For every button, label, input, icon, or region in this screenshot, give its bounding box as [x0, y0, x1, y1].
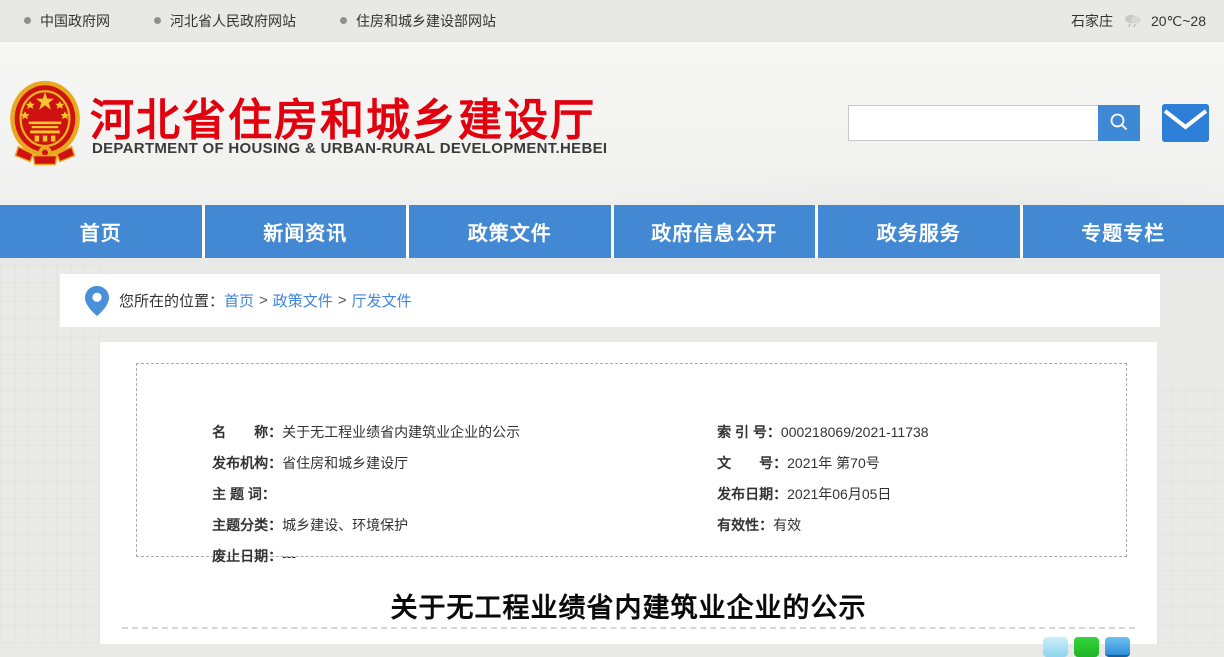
national-emblem-logo [8, 78, 82, 174]
breadcrumb-separator: > [259, 292, 268, 309]
weather-icon [1123, 12, 1143, 31]
nav-item-services[interactable]: 政务服务 [818, 205, 1020, 258]
breadcrumb-link-policy[interactable]: 政策文件 [273, 290, 333, 311]
wechat-share-icon[interactable] [1074, 637, 1099, 657]
link-china-gov[interactable]: 中国政府网 [24, 11, 110, 31]
doc-info-row-name: 名 称：关于无工程业绩省内建筑业企业的公示 [181, 386, 520, 417]
doc-info-left-column: 名 称：关于无工程业绩省内建筑业企业的公示 发布机构：省住房和城乡建设厅 主 题… [181, 386, 520, 541]
share-buttons [1043, 637, 1130, 657]
location-pin-icon [85, 286, 109, 316]
site-subtitle: DEPARTMENT OF HOUSING & URBAN-RURAL DEVE… [92, 140, 607, 157]
qzone-share-icon[interactable] [1043, 637, 1068, 657]
breadcrumb: 您所在的位置： 首页 > 政策文件 > 厅发文件 [60, 274, 1160, 327]
doc-info-label: 发布日期： [717, 486, 787, 502]
search-bar [848, 105, 1140, 141]
nav-item-home[interactable]: 首页 [0, 205, 202, 258]
doc-info-value: --- [282, 548, 296, 564]
mail-icon [1162, 104, 1209, 142]
nav-item-special[interactable]: 专题专栏 [1023, 205, 1224, 258]
doc-info-label: 发布机构： [212, 455, 282, 471]
breadcrumb-link-dept-docs[interactable]: 厅发文件 [352, 290, 412, 311]
site-title: 河北省住房和城乡建设厅 [90, 84, 596, 148]
breadcrumb-link-home[interactable]: 首页 [224, 290, 254, 311]
doc-info-value: 有效 [773, 517, 801, 533]
content-card: 名 称：关于无工程业绩省内建筑业企业的公示 发布机构：省住房和城乡建设厅 主 题… [100, 342, 1157, 644]
doc-info-value: 000218069/2021-11738 [781, 424, 929, 440]
bullet-dot-icon [340, 17, 347, 24]
doc-info-value: 省住房和城乡建设厅 [282, 455, 408, 471]
nav-item-gov-info[interactable]: 政府信息公开 [614, 205, 816, 258]
title-divider [122, 627, 1135, 629]
bullet-dot-icon [154, 17, 161, 24]
search-icon [1108, 111, 1130, 136]
doc-info-label: 主 题 词： [212, 486, 276, 502]
link-label: 河北省人民政府网站 [170, 11, 296, 31]
bullet-dot-icon [24, 17, 31, 24]
doc-info-label: 索 引 号： [717, 424, 781, 440]
doc-info-value: 城乡建设、环境保护 [282, 517, 408, 533]
doc-info-value: 2021年 第70号 [787, 455, 880, 471]
link-label: 中国政府网 [40, 11, 110, 31]
weather-city: 石家庄 [1071, 11, 1113, 31]
doc-info-row-index: 索 引 号：000218069/2021-11738 [686, 386, 929, 417]
nav-item-policy[interactable]: 政策文件 [409, 205, 611, 258]
link-hebei-gov[interactable]: 河北省人民政府网站 [154, 11, 296, 31]
right-background-sketch [1157, 380, 1224, 644]
article-title: 关于无工程业绩省内建筑业企业的公示 [100, 586, 1157, 625]
breadcrumb-separator: > [338, 292, 347, 309]
breadcrumb-prefix: 您所在的位置： [119, 290, 224, 311]
top-bar: 中国政府网 河北省人民政府网站 住房和城乡建设部网站 石家庄 20℃~28 [0, 0, 1224, 42]
top-links: 中国政府网 河北省人民政府网站 住房和城乡建设部网站 [0, 11, 540, 31]
main-nav: 首页 新闻资讯 政策文件 政府信息公开 政务服务 专题专栏 [0, 205, 1224, 258]
doc-info-right-column: 索 引 号：000218069/2021-11738 文 号：2021年 第70… [686, 386, 929, 510]
document-info-box: 名 称：关于无工程业绩省内建筑业企业的公示 发布机构：省住房和城乡建设厅 主 题… [136, 363, 1127, 557]
nav-item-news[interactable]: 新闻资讯 [205, 205, 407, 258]
weather-widget: 石家庄 20℃~28 [1071, 0, 1206, 42]
mailbox-button[interactable] [1162, 104, 1209, 142]
weather-temp: 20℃~28 [1151, 13, 1206, 30]
doc-info-label: 文 号： [717, 455, 787, 471]
doc-info-value: 关于无工程业绩省内建筑业企业的公示 [282, 424, 520, 440]
doc-info-value: 2021年06月05日 [787, 486, 891, 502]
link-mohurd[interactable]: 住房和城乡建设部网站 [340, 11, 496, 31]
doc-info-label: 废止日期： [212, 548, 282, 564]
site-header: 河北省住房和城乡建设厅 DEPARTMENT OF HOUSING & URBA… [0, 42, 1224, 205]
search-button[interactable] [1098, 105, 1140, 141]
qq-share-icon[interactable] [1105, 637, 1130, 657]
doc-info-label: 有效性： [717, 517, 773, 533]
doc-info-label: 主题分类： [212, 517, 282, 533]
link-label: 住房和城乡建设部网站 [356, 11, 496, 31]
search-input[interactable] [848, 105, 1098, 141]
doc-info-label: 名 称： [212, 424, 282, 440]
